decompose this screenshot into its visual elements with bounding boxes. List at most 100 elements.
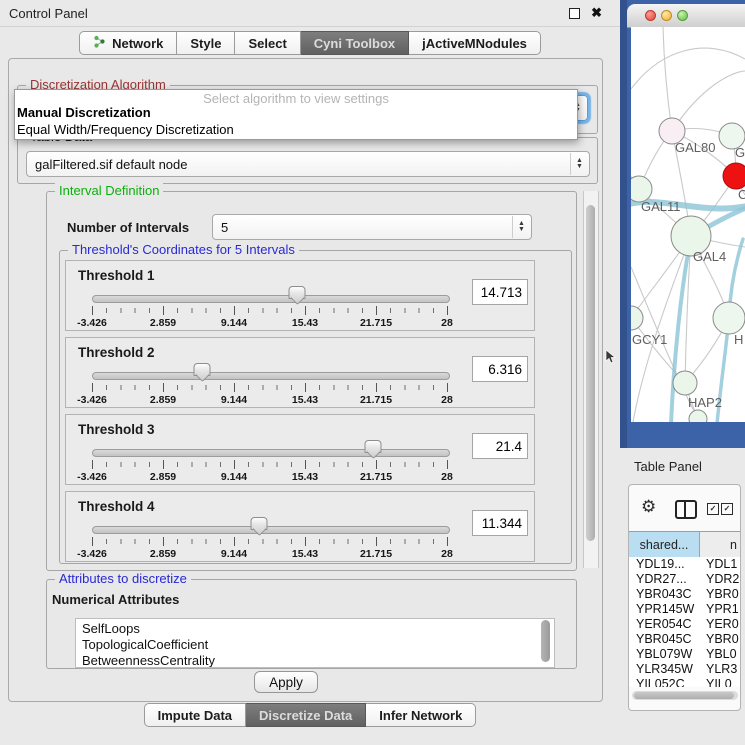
list-item[interactable]: TopologicalCoefficient	[82, 637, 554, 653]
threshold-value-input[interactable]	[472, 510, 528, 536]
threshold-value-input[interactable]	[472, 279, 528, 305]
dropdown-option-equal-width[interactable]: Equal Width/Frequency Discretization	[17, 122, 234, 137]
slider-handle[interactable]	[289, 286, 306, 307]
cell-shared-name: YPR145W	[629, 602, 700, 617]
settings-gear-icon[interactable]: ⚙	[641, 497, 656, 517]
panel-vertical-scrollbar[interactable]	[583, 191, 599, 568]
tab-impute-data[interactable]: Impute Data	[144, 703, 246, 727]
column-header-shared-name[interactable]: shared...	[629, 532, 700, 558]
table-row[interactable]: YBR045C YBR0	[629, 632, 741, 647]
tab-cyni-toolbox[interactable]: Cyni Toolbox	[301, 31, 409, 55]
network-node[interactable]	[713, 302, 745, 334]
slider-tick-label: 9.144	[221, 394, 247, 406]
slider-handle[interactable]	[251, 517, 268, 538]
zoom-traffic-light-icon[interactable]	[677, 10, 688, 21]
apply-button[interactable]: Apply	[254, 671, 318, 693]
scrollbar-thumb[interactable]	[634, 692, 734, 699]
cell-name: YLR3	[700, 662, 741, 677]
list-item[interactable]: SelfLoops	[82, 621, 554, 637]
cyni-toolbox-panel: Discretization Algorithm ▲▼ Select algor…	[8, 58, 603, 702]
threshold-value-input[interactable]	[472, 356, 528, 382]
group-title: Attributes to discretize	[55, 571, 191, 586]
float-window-icon[interactable]	[569, 8, 580, 19]
table-row[interactable]: YLR345W YLR3	[629, 662, 741, 677]
threshold-slider[interactable]: -3.4262.8599.14415.4321.71528	[92, 440, 448, 484]
network-node[interactable]	[723, 163, 745, 189]
cell-name: YBR0	[700, 587, 741, 602]
network-node-label: GA	[735, 145, 745, 160]
cell-name: YBL0	[700, 647, 741, 662]
table-data-combobox[interactable]: galFiltered.sif default node ▲▼	[26, 151, 590, 177]
group-title: Interval Definition	[55, 183, 163, 198]
table-row[interactable]: YIL052C YIL0	[629, 677, 741, 687]
tab-label: Style	[190, 36, 221, 51]
network-node[interactable]	[631, 306, 643, 330]
slider-tick-labels: -3.4262.8599.14415.4321.71528	[92, 317, 449, 331]
table-row[interactable]: YER054C YER0	[629, 617, 741, 632]
list-scrollbar[interactable]	[541, 620, 550, 662]
dropdown-option-manual[interactable]: Manual Discretization	[17, 105, 151, 120]
combo-stepper-icon[interactable]: ▲▼	[570, 153, 588, 175]
table-row[interactable]: YDL19... YDL1	[629, 557, 741, 572]
table-row[interactable]: YBR043C YBR0	[629, 587, 741, 602]
tab-discretize-data[interactable]: Discretize Data	[246, 703, 366, 727]
threshold-slider[interactable]: -3.4262.8599.14415.4321.71528	[92, 517, 448, 561]
slider-track[interactable]	[92, 372, 450, 380]
table-header-row: shared... n	[629, 531, 741, 559]
table-row[interactable]: YDR27... YDR2	[629, 572, 741, 587]
list-item[interactable]: BetweennessCentrality	[82, 653, 554, 668]
network-node-label: GAL11	[641, 199, 681, 214]
tab-select[interactable]: Select	[235, 31, 300, 55]
close-traffic-light-icon[interactable]	[645, 10, 656, 21]
combo-stepper-icon[interactable]: ▲▼	[512, 216, 530, 238]
tab-style[interactable]: Style	[177, 31, 235, 55]
network-node-label: GCY1	[632, 332, 667, 347]
threshold-panel: Threshold 4 -3.4262.8599.14415.4321.7152…	[65, 491, 535, 562]
network-node-label: HAP2	[688, 395, 722, 410]
column-header-name[interactable]: n	[700, 532, 741, 558]
close-icon[interactable]: ✖	[591, 5, 602, 21]
network-node[interactable]	[673, 371, 697, 395]
threshold-label: Threshold 3	[78, 422, 155, 437]
slider-tick-label: 21.715	[360, 471, 392, 483]
slider-tick-label: 15.43	[292, 471, 318, 483]
table-row[interactable]: YPR145W YPR1	[629, 602, 741, 617]
group-title: Threshold's Coordinates for 5 Intervals	[68, 242, 299, 257]
numerical-attributes-list[interactable]: SelfLoops TopologicalCoefficient Between…	[75, 618, 555, 668]
tab-jactivemnodules[interactable]: jActiveMNodules	[409, 31, 541, 55]
scrollbar-thumb[interactable]	[586, 205, 595, 541]
bottom-tab-bar: Impute Data Discretize Data Infer Networ…	[0, 703, 620, 727]
threshold-list: Threshold 1 -3.4262.8599.14415.4321.7152…	[60, 260, 535, 568]
slider-tick-label: 2.859	[150, 471, 176, 483]
minimize-traffic-light-icon[interactable]	[661, 10, 672, 21]
checkbox-icon[interactable]: ✓	[707, 503, 719, 515]
slider-tick-label: 15.43	[292, 317, 318, 329]
cell-name: YDL1	[700, 557, 741, 572]
threshold-value-input[interactable]	[472, 433, 528, 459]
interval-definition-group: Interval Definition Number of Intervals …	[46, 191, 577, 571]
slider-track[interactable]	[92, 295, 450, 303]
network-canvas[interactable]: GAL80GACGAL11GAL4GCY1HHAP2	[631, 27, 745, 422]
slider-track[interactable]	[92, 526, 450, 534]
network-node-label: H	[734, 332, 743, 347]
network-node[interactable]	[689, 410, 707, 422]
tab-infer-network[interactable]: Infer Network	[366, 703, 476, 727]
table-row[interactable]: YBL079W YBL0	[629, 647, 741, 662]
tab-network[interactable]: Network	[79, 31, 177, 55]
slider-track[interactable]	[92, 449, 450, 457]
horizontal-scrollbar[interactable]	[632, 691, 738, 700]
slider-handle[interactable]	[365, 440, 382, 461]
checkbox-icon[interactable]: ✓	[721, 503, 733, 515]
slider-tick-label: -3.426	[77, 548, 107, 560]
threshold-slider[interactable]: -3.4262.8599.14415.4321.71528	[92, 286, 448, 330]
slider-handle[interactable]	[194, 363, 211, 384]
tab-label: jActiveMNodules	[422, 36, 527, 51]
thresholds-group: Threshold's Coordinates for 5 Intervals …	[59, 250, 572, 564]
columns-icon[interactable]	[675, 500, 697, 519]
cell-shared-name: YIL052C	[629, 677, 700, 687]
network-window-titlebar[interactable]	[627, 4, 745, 28]
number-of-intervals-combobox[interactable]: 5 ▲▼	[212, 214, 532, 240]
threshold-slider[interactable]: -3.4262.8599.14415.4321.71528	[92, 363, 448, 407]
cell-shared-name: YBR045C	[629, 632, 700, 647]
slider-tick-labels: -3.4262.8599.14415.4321.71528	[92, 394, 449, 408]
